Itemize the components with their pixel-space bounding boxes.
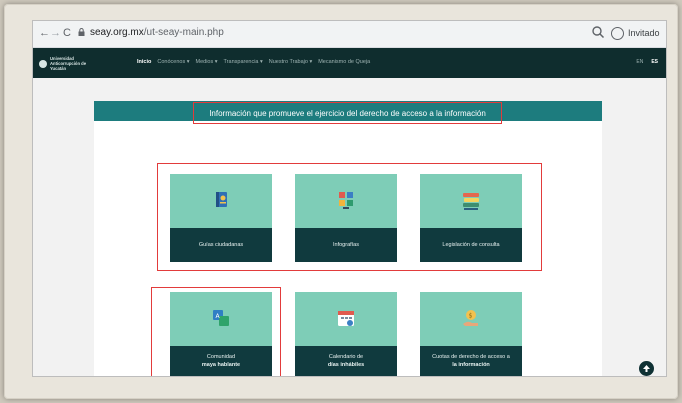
menu-item-conocenos[interactable]: Conócenos ▾ <box>157 59 189 65</box>
menu-item-medios[interactable]: Medios ▾ <box>196 59 218 65</box>
card-label-line1: Comunidad <box>206 354 236 360</box>
screenshot-area: ← → C seay.org.mx/ut-seay-main.php Invit… <box>33 21 666 376</box>
calendar-icon <box>338 311 354 326</box>
card-label: Legislación de consulta <box>442 242 500 248</box>
card-calendario-dias-inhabiles[interactable]: Calendario de días inhábiles <box>295 292 397 376</box>
card-cuotas-acceso-informacion[interactable]: $ Cuotas de derecho de acceso a la infor… <box>420 292 522 376</box>
card-label-line2: días inhábiles <box>327 362 365 368</box>
main-menu: Inicio Conócenos ▾ Medios ▾ Transparenci… <box>137 59 370 65</box>
page-title: Información que promueve el ejercicio de… <box>193 102 502 124</box>
card-label: Infografías <box>333 242 359 248</box>
lock-icon <box>78 28 85 36</box>
lang-en[interactable]: EN <box>636 59 643 65</box>
books-stack-icon <box>463 193 479 210</box>
card-comunidad-maya[interactable]: A Comunidad maya hablante <box>170 292 272 376</box>
site-logo[interactable]: Universidad Anticorrupción de Yucatán <box>39 56 98 71</box>
card-label-line1: Calendario de <box>328 354 364 360</box>
browser-toolbar: ← → C seay.org.mx/ut-seay-main.php Invit… <box>33 21 666 48</box>
translate-icon: A <box>213 310 229 326</box>
photo-frame: ← → C seay.org.mx/ut-seay-main.php Invit… <box>4 4 678 399</box>
menu-item-nuestro-trabajo[interactable]: Nuestro Trabajo ▾ <box>269 59 312 65</box>
card-infografias[interactable]: Infografías <box>295 174 397 262</box>
svg-text:$: $ <box>469 313 473 320</box>
money-hand-icon: $ <box>463 310 478 326</box>
reload-icon[interactable]: C <box>63 26 71 40</box>
language-switch: EN ES <box>636 59 658 65</box>
avatar-icon <box>611 26 624 40</box>
logo-text: Universidad Anticorrupción de Yucatán <box>50 56 87 71</box>
profile-label: Invitado <box>628 28 660 38</box>
book-icon <box>216 192 227 207</box>
lang-es[interactable]: ES <box>651 59 658 65</box>
infographic-icon <box>339 192 353 209</box>
logo-mark-icon <box>39 59 47 68</box>
card-label-line1: Cuotas de derecho de acceso a <box>432 354 510 360</box>
site-header: Universidad Anticorrupción de Yucatán In… <box>33 48 666 78</box>
zoom-icon[interactable] <box>591 25 605 39</box>
card-guias-ciudadanas[interactable]: Guías ciudadanas <box>170 174 272 262</box>
url-path: /ut-seay-main.php <box>143 27 224 38</box>
card-label: Guías ciudadanas <box>198 242 244 248</box>
forward-icon[interactable]: → <box>50 26 61 40</box>
card-legislacion-consulta[interactable]: Legislación de consulta <box>420 174 522 262</box>
arrow-up-icon <box>643 365 650 372</box>
url-host: seay.org.mx <box>90 27 144 38</box>
card-label-line2: maya hablante <box>201 362 241 368</box>
address-bar[interactable]: seay.org.mx/ut-seay-main.php <box>90 26 224 40</box>
menu-item-inicio[interactable]: Inicio <box>137 59 151 65</box>
card-label-line2: la información <box>452 362 490 368</box>
profile-button[interactable]: Invitado <box>611 24 660 42</box>
back-icon[interactable]: ← <box>39 26 50 40</box>
menu-item-mecanismo-queja[interactable]: Mecanismo de Queja <box>318 59 370 65</box>
menu-item-transparencia[interactable]: Transparencia ▾ <box>224 59 263 65</box>
scroll-to-top-button[interactable] <box>639 361 654 376</box>
